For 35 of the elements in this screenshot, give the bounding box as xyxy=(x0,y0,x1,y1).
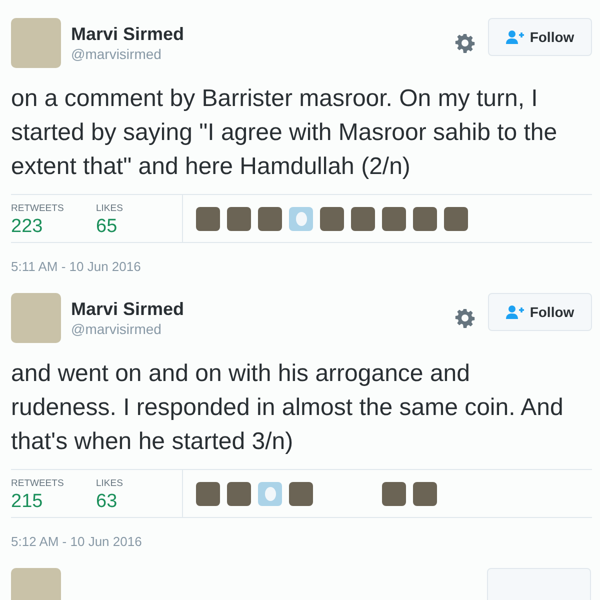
follow-button[interactable]: Follow xyxy=(488,18,592,56)
follow-button[interactable]: Follow xyxy=(488,293,592,331)
tweet-text: on a comment by Barrister masroor. On my turn, I started by saying "I agree with Masroor sahib to the extent that" and here Hamdullah (2/n) xyxy=(11,84,558,182)
stat-count[interactable]: 65 xyxy=(96,215,181,239)
tweet-timestamp[interactable]: 5:11 AM - 10 Jun 2016 xyxy=(11,259,592,275)
liker-avatar-placeholder[interactable] xyxy=(413,206,437,230)
liker-avatar-placeholder[interactable] xyxy=(320,206,344,230)
liker-avatar-placeholder[interactable] xyxy=(227,482,251,506)
liker-avatar-placeholder[interactable] xyxy=(382,206,406,230)
stat-label[interactable]: RETWEETS xyxy=(11,203,96,215)
user-handle[interactable]: @marvisirmed xyxy=(71,320,455,338)
user-name[interactable]: Marvi Sirmed xyxy=(71,298,455,320)
stat-label[interactable]: LIKES xyxy=(96,478,181,490)
user-handle[interactable]: @marvisirmed xyxy=(71,45,455,63)
user-name[interactable]: Marvi Sirmed xyxy=(71,23,455,45)
gear-icon[interactable] xyxy=(455,308,475,328)
liker-avatar-placeholder[interactable] xyxy=(196,482,220,506)
stat-label[interactable]: LIKES xyxy=(96,203,181,215)
add-person-icon xyxy=(506,305,524,319)
stat-count[interactable]: 223 xyxy=(11,215,96,239)
liker-avatar-placeholder[interactable] xyxy=(413,482,437,506)
liker-avatar-placeholder[interactable] xyxy=(444,206,468,230)
liker-avatar-placeholder[interactable] xyxy=(289,482,313,506)
liker-avatar-placeholder[interactable] xyxy=(382,482,406,506)
stat-label[interactable]: RETWEETS xyxy=(11,478,96,490)
liker-avatar-placeholder[interactable] xyxy=(351,206,375,230)
add-person-icon xyxy=(506,30,524,44)
liker-avatar-placeholder[interactable] xyxy=(196,206,220,230)
tweet-text: and went on and on with his arrogance and rudeness. I responded in almost the same coin. And that's when he started 3/n) xyxy=(11,359,564,457)
liker-avatar-placeholder[interactable] xyxy=(227,206,251,230)
tweet-timestamp[interactable]: 5:12 AM - 10 Jun 2016 xyxy=(11,534,592,550)
stat-count[interactable]: 215 xyxy=(11,490,96,514)
gear-icon[interactable] xyxy=(455,33,475,53)
stat-count[interactable]: 63 xyxy=(96,490,181,514)
liker-avatar-placeholder[interactable] xyxy=(258,206,282,230)
